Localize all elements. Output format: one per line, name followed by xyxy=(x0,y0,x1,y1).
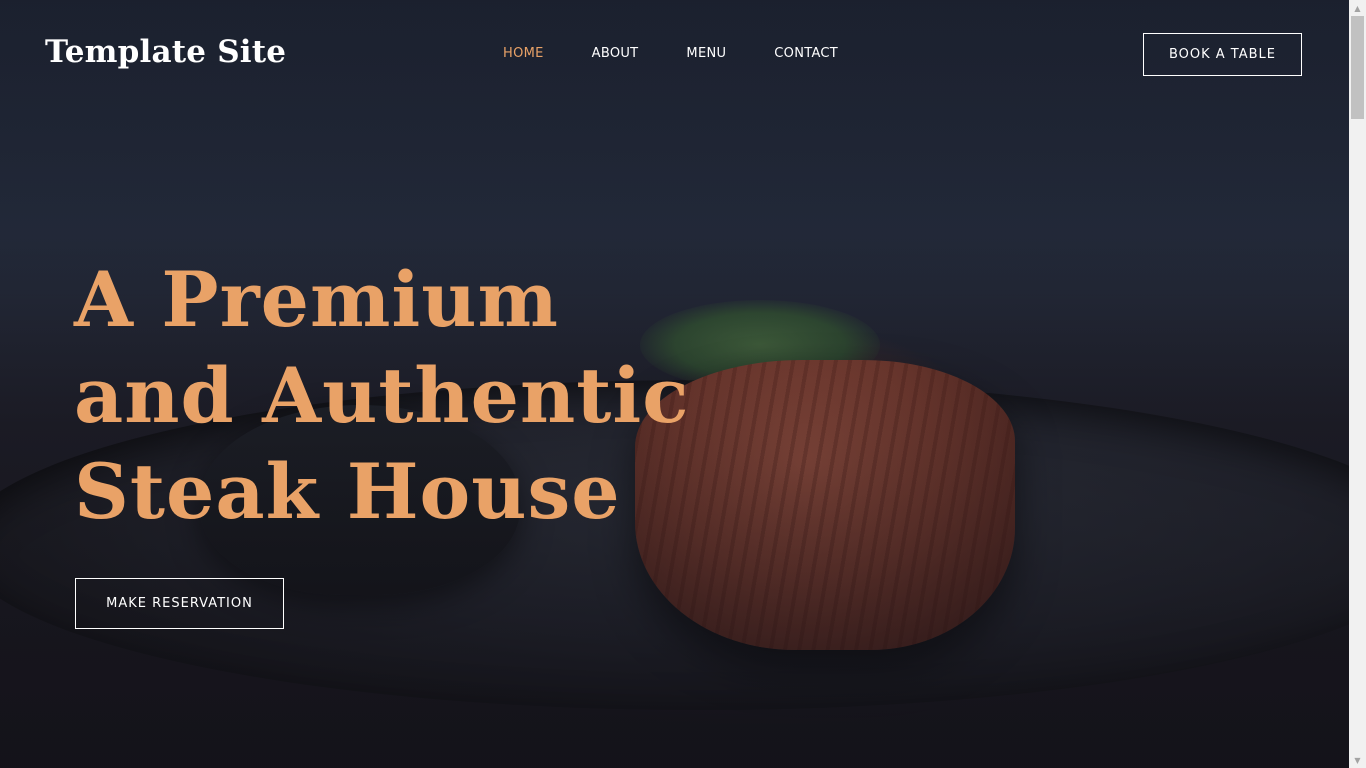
nav-menu[interactable]: MENU xyxy=(686,46,726,61)
page: Template Site HOME ABOUT MENU CONTACT BO… xyxy=(0,0,1349,768)
scroll-down-arrow-icon[interactable]: ▼ xyxy=(1349,752,1366,768)
hero-title-line: Steak House xyxy=(74,447,621,536)
page-scrollbar[interactable]: ▲ ▼ xyxy=(1349,0,1366,768)
scroll-up-arrow-icon[interactable]: ▲ xyxy=(1349,0,1366,16)
scroll-thumb[interactable] xyxy=(1351,16,1364,119)
hero-title: A Premium and Authentic Steak House xyxy=(74,252,714,540)
nav-contact[interactable]: CONTACT xyxy=(774,46,838,61)
hero-title-line: A Premium xyxy=(74,255,559,344)
nav-about[interactable]: ABOUT xyxy=(592,46,639,61)
site-header: Template Site HOME ABOUT MENU CONTACT BO… xyxy=(0,0,1349,110)
main-nav: HOME ABOUT MENU CONTACT xyxy=(503,46,886,61)
nav-home[interactable]: HOME xyxy=(503,46,544,61)
make-reservation-button[interactable]: MAKE RESERVATION xyxy=(75,578,284,629)
site-logo[interactable]: Template Site xyxy=(45,34,286,70)
book-table-button[interactable]: BOOK A TABLE xyxy=(1143,33,1302,76)
hero-title-line: and Authentic xyxy=(74,351,690,440)
